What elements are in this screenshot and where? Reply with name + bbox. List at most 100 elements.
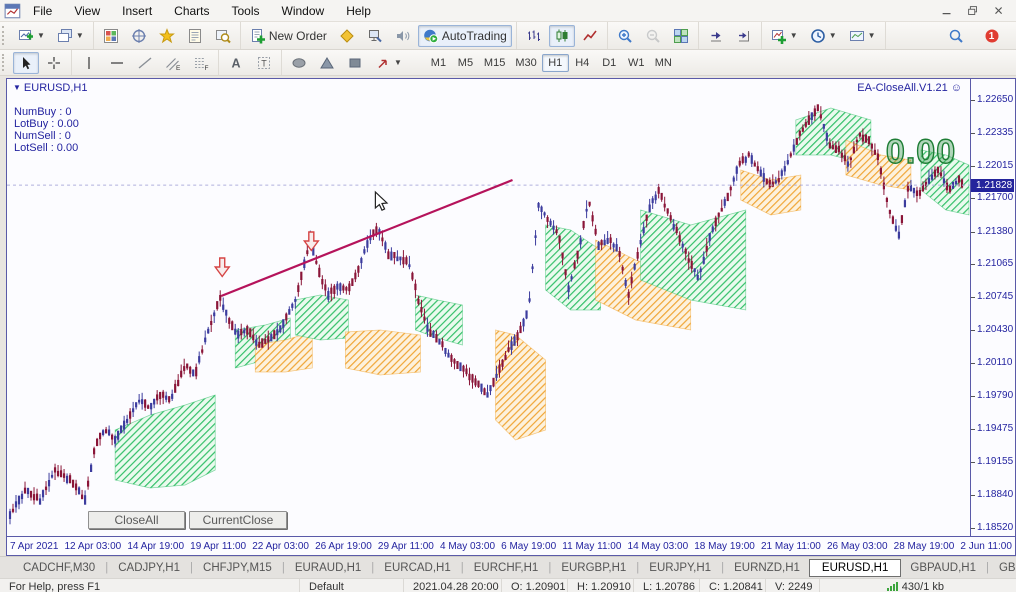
time-axis[interactable]: 7 Apr 202112 Apr 03:0014 Apr 19:0019 Apr… (7, 536, 1015, 555)
dropdown-caret-icon[interactable]: ▼ (868, 32, 876, 40)
arrows-button[interactable]: ▼ (370, 52, 407, 74)
periods-button[interactable]: ▼ (805, 25, 842, 47)
templates-button[interactable]: ▼ (844, 25, 881, 47)
periods-icon (810, 28, 826, 44)
current-close-button[interactable]: CurrentClose (189, 511, 287, 529)
trendline-button[interactable] (132, 52, 158, 74)
dropdown-caret-icon[interactable]: ▼ (394, 59, 402, 67)
dropdown-caret-icon[interactable]: ▼ (790, 32, 798, 40)
menu-file[interactable]: File (22, 0, 63, 22)
metaeditor-button[interactable] (334, 25, 360, 47)
menu-tools[interactable]: Tools (221, 0, 271, 22)
tab-cadjpy-h1[interactable]: CADJPY,H1 (109, 560, 189, 576)
tab-eurcad-h1[interactable]: EURCAD,H1 (375, 560, 459, 576)
close-all-button[interactable]: CloseAll (88, 511, 185, 529)
status-segment: 2021.04.28 20:00 (404, 579, 502, 592)
zoom-out-button[interactable] (640, 25, 666, 47)
tab-chfjpy-m15[interactable]: CHFJPY,M15 (194, 560, 281, 576)
tab-eurusd-h1[interactable]: EURUSD,H1 (809, 559, 901, 577)
strategy-tester-button[interactable] (210, 25, 236, 47)
auto-scroll-button[interactable] (703, 25, 729, 47)
channel-button[interactable]: E (160, 52, 186, 74)
timeframe-h1[interactable]: H1 (542, 54, 569, 72)
tab-gbp[interactable]: GBP (990, 560, 1016, 576)
menu-help[interactable]: Help (335, 0, 382, 22)
zoom-in-button[interactable] (612, 25, 638, 47)
chart-symbol-label[interactable]: ▼EURUSD,H1 (13, 82, 88, 94)
ea-smiley-icon[interactable]: ☺ (951, 82, 962, 94)
svg-text:E: E (176, 65, 181, 71)
rectangle-button[interactable] (342, 52, 368, 74)
price-axis[interactable]: 1.226501.223351.220151.217001.213801.210… (970, 79, 1015, 536)
tab-eurnzd-h1[interactable]: EURNZD,H1 (725, 560, 809, 576)
dropdown-caret-icon[interactable]: ▼ (829, 32, 837, 40)
menu-view[interactable]: View (63, 0, 111, 22)
crosshair-button[interactable] (41, 52, 67, 74)
timeframe-mn[interactable]: MN (650, 54, 677, 72)
tab-separator: | (636, 562, 639, 574)
timeframe-m1[interactable]: M1 (425, 54, 452, 72)
toolbar-grip[interactable] (2, 54, 7, 72)
search-button[interactable] (943, 25, 969, 47)
toolbar-group: ▼ (282, 50, 411, 75)
timeframe-d1[interactable]: D1 (596, 54, 623, 72)
menu-insert[interactable]: Insert (111, 0, 163, 22)
indicators-button[interactable]: ▼ (766, 25, 803, 47)
data-window-button[interactable] (126, 25, 152, 47)
close-button[interactable] (988, 3, 1010, 19)
notification-button[interactable]: 1 (979, 25, 1005, 47)
timeframe-m15[interactable]: M15 (479, 54, 510, 72)
tab-eurgbp-h1[interactable]: EURGBP,H1 (552, 560, 635, 576)
dropdown-caret-icon[interactable]: ▼ (37, 32, 45, 40)
autotrading-button[interactable]: AutoTrading (418, 25, 512, 47)
triangle-button[interactable] (314, 52, 340, 74)
text-button[interactable]: A (223, 52, 249, 74)
tile-windows-button[interactable] (668, 25, 694, 47)
menu-window[interactable]: Window (271, 0, 336, 22)
menu-charts[interactable]: Charts (163, 0, 220, 22)
toolbar-grip[interactable] (2, 26, 7, 45)
vps-button[interactable] (362, 25, 388, 47)
sell-arrow-objects[interactable] (215, 232, 318, 277)
profiles-button[interactable]: ▼ (52, 25, 89, 47)
window-controls (936, 3, 1016, 19)
market-watch-button[interactable] (98, 25, 124, 47)
horizontal-line-button[interactable] (104, 52, 130, 74)
terminal-button[interactable] (182, 25, 208, 47)
trend-line-object[interactable] (221, 180, 512, 296)
line-chart-button[interactable] (577, 25, 603, 47)
tab-cadchf-m30[interactable]: CADCHF,M30 (14, 560, 104, 576)
timeframe-m30[interactable]: M30 (510, 54, 541, 72)
price-tick: 1.21700 (977, 193, 1013, 203)
tab-eurjpy-h1[interactable]: EURJPY,H1 (640, 560, 720, 576)
terminal-icon (187, 28, 203, 44)
restore-button[interactable] (962, 3, 984, 19)
toolbar-drawing-periods: E FAT ▼ M1M5M15M30H1H4D1W1MN (0, 50, 1016, 76)
app-icon[interactable] (4, 3, 22, 19)
fibonacci-button[interactable]: F (188, 52, 214, 74)
candle-chart-button[interactable] (549, 25, 575, 47)
chart-plot[interactable]: 0.00 ▼EURUSD,H1 EA-CloseAll.V1.21☺ NumBu… (7, 79, 970, 536)
tab-euraud-h1[interactable]: EURAUD,H1 (286, 560, 370, 576)
dropdown-caret-icon[interactable]: ▼ (76, 32, 84, 40)
timeframe-w1[interactable]: W1 (623, 54, 650, 72)
text-label-button[interactable]: T (251, 52, 277, 74)
channel-icon: E (165, 55, 181, 71)
bar-chart-button[interactable] (521, 25, 547, 47)
minimize-button[interactable] (936, 3, 958, 19)
timeframe-m5[interactable]: M5 (452, 54, 479, 72)
sound-button[interactable] (390, 25, 416, 47)
cursor-button[interactable] (13, 52, 39, 74)
tab-eurchf-h1[interactable]: EURCHF,H1 (465, 560, 548, 576)
tab-gbpaud-h1[interactable]: GBPAUD,H1 (901, 560, 985, 576)
ellipse-button[interactable] (286, 52, 312, 74)
chart-shift-button[interactable] (731, 25, 757, 47)
vertical-line-button[interactable] (76, 52, 102, 74)
timeframe-h4[interactable]: H4 (569, 54, 596, 72)
new-chart-button[interactable]: ▼ (13, 25, 50, 47)
new-order-button[interactable]: New Order (245, 25, 332, 47)
tab-separator: | (105, 562, 108, 574)
collapse-marker-icon[interactable]: ▼ (13, 83, 21, 92)
navigator-button[interactable] (154, 25, 180, 47)
rectangle-icon (347, 55, 363, 71)
